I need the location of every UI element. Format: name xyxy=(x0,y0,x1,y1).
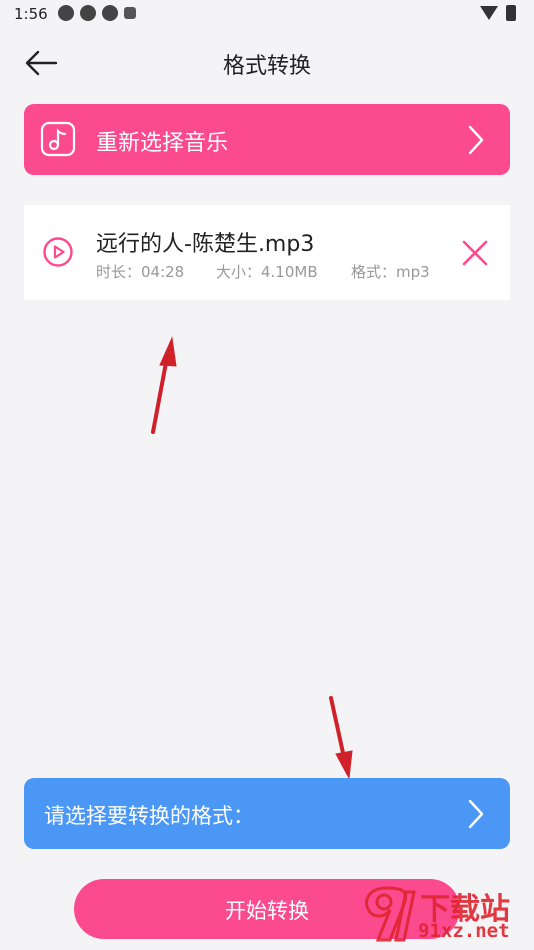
annotation-arrow-up xyxy=(151,336,177,434)
select-format-label: 请选择要转换的格式： xyxy=(44,804,254,828)
watermark: 下载站 91xz.net xyxy=(356,880,526,946)
annotation-arrow-down xyxy=(329,696,353,780)
watermark-url: 91xz.net xyxy=(418,920,510,942)
chevron-right-icon xyxy=(468,799,484,829)
site-logo-icon xyxy=(365,886,416,942)
select-format-button[interactable]: 请选择要转换的格式： xyxy=(24,778,510,849)
